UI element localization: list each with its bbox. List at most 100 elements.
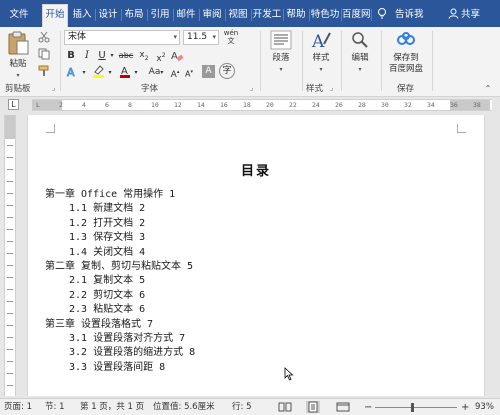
tab-insert[interactable]: 插入 — [70, 5, 94, 27]
font-size-value: 11.5 — [187, 32, 208, 42]
subscript-button[interactable]: x2 — [137, 48, 151, 63]
print-layout-icon[interactable] — [306, 401, 320, 413]
status-section[interactable]: 节: 1 — [45, 401, 64, 414]
zoom-out-button[interactable]: − — [364, 401, 372, 414]
wen-icon: wén — [223, 29, 239, 37]
phonetic-guide-button[interactable]: wén 文 — [222, 29, 240, 45]
underline-button[interactable]: U — [96, 48, 108, 63]
vertical-ruler-tick — [7, 181, 13, 182]
tell-me-box[interactable]: 告诉我 — [376, 5, 424, 25]
ruler-tick-label: L — [36, 101, 40, 109]
ruler-tick-label: 8 — [128, 101, 132, 109]
shrink-font-button[interactable]: A▾ — [184, 65, 194, 80]
horizontal-ruler[interactable]: L 2 4 6 8 10 12 14 16 18 20 22 24 26 28 30 32 34 36 38 — [32, 99, 492, 111]
clipboard-launcher-icon[interactable]: ⌟ — [52, 84, 55, 92]
status-page[interactable]: 页面: 1 — [4, 401, 32, 414]
tab-selector[interactable]: L — [8, 99, 19, 110]
superscript-button[interactable]: x2 — [154, 48, 168, 64]
toc-section-entry[interactable]: 1.2 打开文档 2 — [69, 217, 145, 230]
web-layout-icon[interactable] — [336, 401, 350, 413]
ruler-tick-label: 28 — [358, 101, 366, 109]
italic-button[interactable]: I — [81, 48, 93, 63]
tab-review[interactable]: 审阅 — [200, 5, 224, 27]
chevron-down-icon: ▾ — [212, 33, 216, 41]
toc-section-entry[interactable]: 1.3 保存文档 3 — [69, 231, 145, 244]
status-page-of[interactable]: 第 1 页，共 1 页 — [80, 401, 144, 414]
font-name-combo[interactable]: 宋体 ▾ — [64, 30, 180, 45]
cut-icon[interactable] — [38, 31, 50, 43]
enclose-characters-button[interactable]: 字 — [219, 63, 235, 79]
strikethrough-button[interactable]: abc — [118, 48, 134, 63]
save-to-baidu-button[interactable]: 保存到 百度网盘 — [385, 30, 427, 75]
zoom-slider-thumb[interactable] — [411, 403, 415, 412]
paragraph-icon — [270, 30, 292, 50]
toc-chapter-entry[interactable]: 第三章 设置段落格式 7 — [45, 318, 153, 331]
toc-section-entry[interactable]: 3.3 设置段落间距 8 — [69, 361, 165, 374]
toc-title: 目录 — [240, 164, 271, 179]
read-mode-icon[interactable] — [278, 401, 292, 413]
share-button[interactable]: 共享 — [448, 5, 480, 25]
chevron-down-icon[interactable]: ▾ — [80, 65, 88, 80]
change-case-button[interactable]: Aa▾ — [146, 65, 166, 80]
style-launcher-icon[interactable]: ⌟ — [330, 84, 333, 92]
vertical-ruler[interactable] — [4, 115, 16, 396]
vertical-ruler-tick — [7, 157, 13, 158]
styles-button-label: 样式 — [312, 53, 330, 63]
collapse-ribbon-icon[interactable]: ⌃ — [482, 81, 494, 96]
search-icon — [352, 32, 368, 48]
tab-mailings[interactable]: 邮件 — [174, 5, 198, 27]
chevron-down-icon[interactable]: ▾ — [108, 48, 116, 63]
document-page[interactable]: 目录 第一章 Office 常用操作 1 1.1 新建文档 2 1.2 打开文档 2… — [27, 115, 485, 396]
tab-help[interactable]: 帮助 — [284, 5, 308, 27]
status-row[interactable]: 行: 5 — [232, 401, 251, 414]
toc-chapter-entry[interactable]: 第二章 复制、剪切与粘贴文本 5 — [45, 260, 193, 273]
vertical-ruler-tick — [7, 277, 13, 278]
ruler-tick-label: 14 — [197, 101, 205, 109]
zoom-slider[interactable] — [375, 407, 457, 408]
toc-section-entry[interactable]: 3.1 设置段落对齐方式 7 — [69, 332, 185, 345]
text-effects-icon[interactable]: A — [66, 65, 79, 78]
toc-section-entry[interactable]: 3.2 设置段落的缩进方式 8 — [69, 346, 195, 359]
bold-button[interactable]: B — [65, 48, 77, 63]
toc-section-entry[interactable]: 1.1 新建文档 2 — [69, 202, 145, 215]
tab-design[interactable]: 设计 — [96, 5, 120, 27]
grow-font-button[interactable]: A▴ — [170, 65, 180, 80]
editing-button[interactable]: 编辑 ▾ — [345, 30, 375, 74]
chevron-down-icon[interactable]: ▾ — [106, 65, 114, 80]
ruler-tick-label: 10 — [151, 101, 159, 109]
tab-baidu[interactable]: 百度网 — [342, 5, 371, 27]
tab-view[interactable]: 视图 — [226, 5, 250, 27]
chevron-down-icon[interactable]: ▾ — [132, 65, 140, 80]
zoom-level[interactable]: 93% — [475, 401, 494, 414]
status-position[interactable]: 位置值: 5.6厘米 — [153, 401, 215, 414]
character-shading-button[interactable]: A — [202, 65, 215, 78]
zoom-in-button[interactable]: + — [461, 401, 469, 414]
tab-home[interactable]: 开始 — [42, 4, 68, 27]
font-color-icon[interactable]: A — [119, 64, 131, 78]
paste-button[interactable]: 粘贴 ▾ — [4, 30, 32, 80]
tab-special[interactable]: 特色功 — [310, 5, 340, 27]
toc-section-entry[interactable]: 1.4 关闭文档 4 — [69, 246, 145, 259]
font-size-combo[interactable]: 11.5 ▾ — [183, 30, 219, 45]
clear-formatting-icon[interactable]: A — [171, 49, 184, 62]
ribbon: 粘贴 ▾ 剪贴板 ⌟ 宋体 ▾ 11.5 ▾ wén 文 B I U ▾ abc x — [0, 27, 500, 97]
highlighter-icon[interactable] — [92, 64, 105, 78]
paste-dropdown-arrow[interactable]: ▾ — [16, 72, 19, 79]
clipboard-icon — [8, 31, 29, 55]
toc-chapter-entry[interactable]: 第一章 Office 常用操作 1 — [45, 188, 175, 201]
share-label: 共享 — [461, 9, 481, 20]
toc-section-entry[interactable]: 2.3 粘贴文本 6 — [69, 303, 145, 316]
format-painter-icon[interactable] — [38, 65, 50, 77]
tab-developer[interactable]: 开发工 — [252, 5, 282, 27]
copy-icon[interactable] — [38, 48, 50, 60]
font-launcher-icon[interactable]: ⌟ — [250, 84, 253, 92]
tab-references[interactable]: 引用 — [148, 5, 172, 27]
save-to-label-1: 保存到 — [393, 53, 419, 63]
paragraph-button[interactable]: 段落 ▾ — [266, 30, 296, 74]
cloud-icon — [397, 32, 415, 45]
tab-layout[interactable]: 布局 — [122, 5, 146, 27]
tab-file[interactable]: 文件 — [4, 5, 34, 27]
styles-button[interactable]: A 样式 ▾ — [306, 30, 336, 74]
toc-section-entry[interactable]: 2.2 剪切文本 6 — [69, 289, 145, 302]
toc-section-entry[interactable]: 2.1 复制文本 5 — [69, 274, 145, 287]
